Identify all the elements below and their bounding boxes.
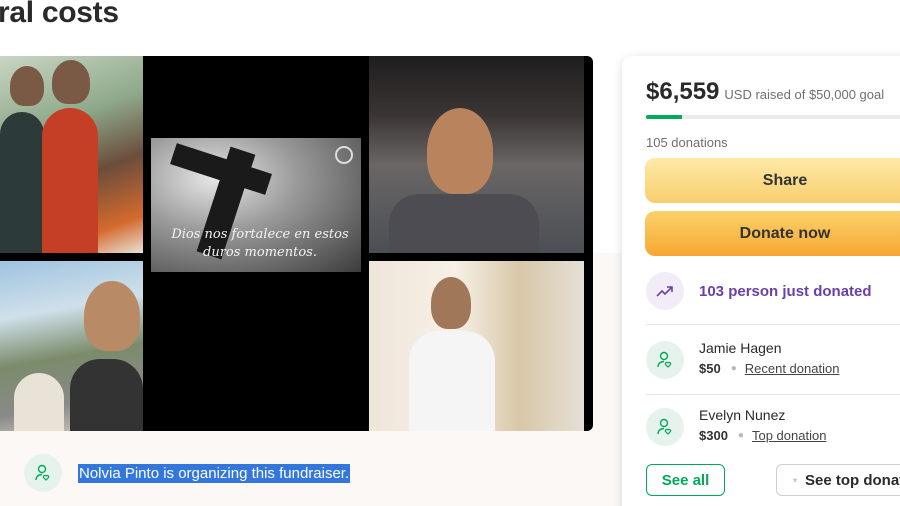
divider — [646, 394, 900, 395]
progress-fill — [646, 115, 683, 119]
selfie-photo-tile — [0, 261, 143, 431]
donation-card: $6,559 USD raised of $50,000 goal 105 do… — [622, 56, 900, 506]
user-heart-icon — [646, 408, 684, 446]
raised-summary: $6,559 USD raised of $50,000 goal — [646, 78, 884, 106]
see-all-button[interactable]: See all — [646, 464, 725, 496]
fundraiser-photo-collage[interactable]: Dios nos fortalece en estos duros moment… — [0, 56, 593, 431]
donor-amount: $50 — [699, 361, 721, 376]
donation-count: 105 donations — [646, 135, 728, 150]
top-donation-link[interactable]: Top donation — [752, 428, 826, 443]
donor-item: Jamie Hagen $50 ● Recent donation — [646, 339, 839, 379]
donor-name: Evelyn Nunez — [699, 407, 786, 423]
raised-amount: $6,559 — [646, 78, 720, 105]
child-photo-tile — [369, 261, 584, 431]
user-heart-icon — [646, 341, 684, 379]
donor-amount: $300 — [699, 428, 728, 443]
separator-dot: ● — [730, 363, 737, 374]
photo-caption: Dios nos fortalece en estos duros moment… — [171, 227, 349, 260]
page-title: ral costs — [0, 0, 119, 29]
see-top-donations-button[interactable]: See top donations — [776, 464, 900, 496]
donor-item: Evelyn Nunez $300 ● Top donation — [646, 406, 826, 446]
family-photo-tile — [0, 56, 143, 253]
organizer-text: Nolvia Pinto is organizing this fundrais… — [78, 463, 351, 483]
donate-now-button[interactable]: Donate now — [645, 211, 900, 256]
recent-activity: 103 person just donated — [646, 272, 872, 310]
recent-donation-link[interactable]: Recent donation — [745, 361, 840, 376]
separator-dot: ● — [737, 430, 744, 441]
star-icon — [793, 478, 797, 482]
donor-name: Jamie Hagen — [699, 340, 782, 356]
share-button[interactable]: Share — [645, 158, 900, 203]
user-heart-icon — [24, 454, 62, 492]
cross-image-tile: Dios nos fortalece en estos duros moment… — [151, 138, 361, 272]
just-donated-text: 103 person just donated — [699, 282, 872, 300]
expand-icon — [335, 146, 353, 164]
divider — [646, 324, 900, 325]
man-photo-tile — [369, 56, 584, 253]
see-top-donations-label: See top donations — [804, 471, 900, 489]
goal-text: USD raised of $50,000 goal — [724, 87, 885, 102]
organizer-row: Nolvia Pinto is organizing this fundrais… — [24, 454, 351, 492]
progress-bar — [646, 115, 900, 119]
trending-up-icon — [646, 272, 684, 310]
